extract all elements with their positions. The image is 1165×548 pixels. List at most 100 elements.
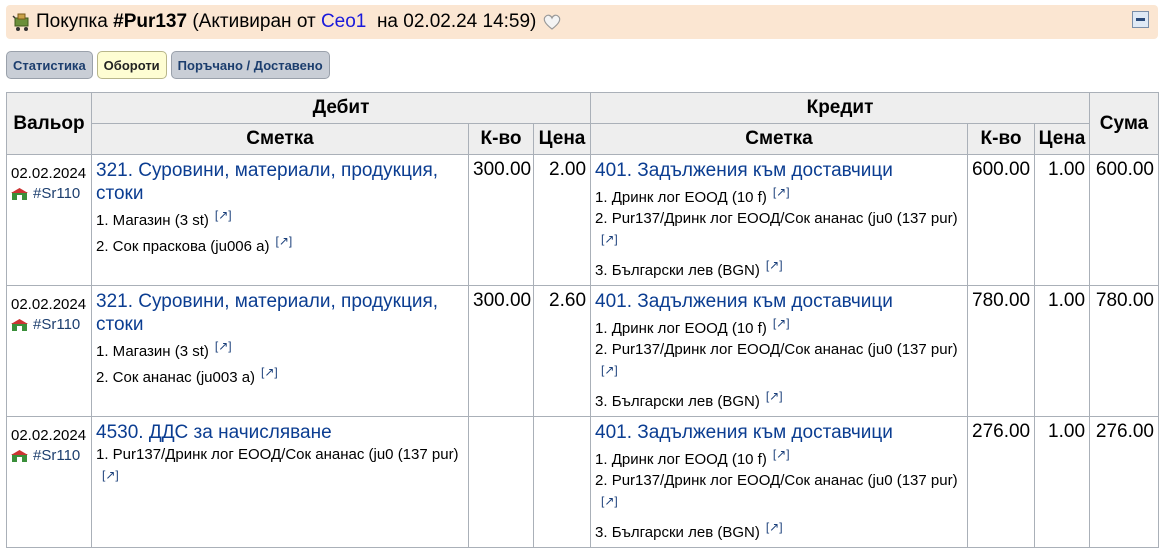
store-ref: #Sr110 xyxy=(11,185,87,202)
credit-item-text: 1. Дринк лог ЕООД (10 f) xyxy=(595,451,767,468)
credit-account-cell: 401. Задължения към доставчици 1. Дринк л… xyxy=(590,154,969,286)
list-item: 3. Български лев (BGN) [↗] xyxy=(595,386,963,412)
list-item: 1. Магазин (3 st) [↗] xyxy=(96,205,464,231)
external-link-icon[interactable]: [↗] xyxy=(601,494,618,508)
debit-item-text: 1. Pur137/Дринк лог ЕООД/Сок ананас (ju0… xyxy=(96,446,459,463)
header-credit-qty: К-во xyxy=(967,123,1036,155)
external-link-icon[interactable]: [↗] xyxy=(766,520,783,534)
store-receipt-icon xyxy=(11,449,28,463)
debit-qty: 300.00 xyxy=(468,285,534,417)
header-debit-account: Сметка xyxy=(91,123,469,155)
store-ref: #Sr110 xyxy=(11,316,87,333)
valor-cell: 02.02.2024 #Sr110 xyxy=(6,416,92,548)
store-ref: #Sr110 xyxy=(11,447,87,464)
valor-cell: 02.02.2024 #Sr110 xyxy=(6,154,92,286)
debit-qty xyxy=(468,416,534,548)
favorite-heart-icon[interactable] xyxy=(542,13,562,31)
external-link-icon[interactable]: [↗] xyxy=(102,468,119,482)
external-link-icon[interactable]: [↗] xyxy=(766,258,783,272)
external-link-icon[interactable]: [↗] xyxy=(275,234,292,248)
credit-qty: 276.00 xyxy=(967,416,1036,548)
debit-price: 2.00 xyxy=(532,154,592,286)
debit-item-text: 2. Сок праскова (ju006 a) xyxy=(96,238,270,255)
list-item: 2. Сок ананас (ju003 a) [↗] xyxy=(96,362,464,388)
list-item: 2. Pur137/Дринк лог ЕООД/Сок ананас (ju0… xyxy=(595,470,963,517)
external-link-icon[interactable]: [↗] xyxy=(215,339,232,353)
collapse-button[interactable] xyxy=(1132,11,1149,28)
tab-ordered-delivered[interactable]: Поръчано / Доставено xyxy=(170,51,330,79)
header-credit: Кредит xyxy=(590,92,1091,124)
tab-turnover[interactable]: Обороти xyxy=(96,51,167,79)
valor-cell: 02.02.2024 #Sr110 xyxy=(6,285,92,417)
list-item: 1. Pur137/Дринк лог ЕООД/Сок ананас (ju0… xyxy=(96,444,464,491)
row-sum: 780.00 xyxy=(1089,285,1160,417)
list-item: 1. Магазин (3 st) [↗] xyxy=(96,336,464,362)
tab-statistics[interactable]: Статистика xyxy=(6,51,93,79)
debit-account-cell: 4530. ДДС за начисляване 1. Pur137/Дринк … xyxy=(91,416,469,548)
external-link-icon[interactable]: [↗] xyxy=(261,365,278,379)
store-receipt-link[interactable]: #Sr110 xyxy=(33,185,80,202)
credit-item-text: 3. Български лев (BGN) xyxy=(595,393,760,410)
credit-account-link[interactable]: 401. Задължения към доставчици xyxy=(595,421,963,444)
list-item: 2. Сок праскова (ju006 a) [↗] xyxy=(96,231,464,257)
row-sum: 600.00 xyxy=(1089,154,1160,286)
valor-date: 02.02.2024 xyxy=(11,165,87,182)
store-receipt-link[interactable]: #Sr110 xyxy=(33,447,80,464)
external-link-icon[interactable]: [↗] xyxy=(215,208,232,222)
credit-item-text: 2. Pur137/Дринк лог ЕООД/Сок ананас (ju0… xyxy=(595,341,958,358)
debit-item-text: 2. Сок ананас (ju003 a) xyxy=(96,369,256,386)
doc-type-label: Покупка xyxy=(36,11,108,32)
credit-item-text: 2. Pur137/Дринк лог ЕООД/Сок ананас (ju0… xyxy=(595,472,958,489)
credit-item-text: 3. Български лев (BGN) xyxy=(595,262,760,279)
tab-bar: Статистика Обороти Поръчано / Доставено xyxy=(6,51,330,79)
credit-item-text: 3. Български лев (BGN) xyxy=(595,524,760,541)
store-receipt-icon xyxy=(11,187,28,201)
doc-id: #Pur137 xyxy=(113,11,188,32)
document-title-bar: Покупка #Pur137 (Активиран от Ceo1 на 02… xyxy=(6,5,1158,39)
shopping-cart-icon xyxy=(12,13,29,31)
debit-account-link[interactable]: 321. Суровини, материали, продукция, сто… xyxy=(96,159,464,205)
debit-price xyxy=(532,416,592,548)
debit-account-cell: 321. Суровини, материали, продукция, сто… xyxy=(91,285,469,417)
credit-price: 1.00 xyxy=(1034,154,1091,286)
table-row: 02.02.2024 #Sr110 4530. ДДС за начисляване… xyxy=(6,416,1160,548)
table-row: 02.02.2024 #Sr110 321. Суровини, материали… xyxy=(6,154,1160,286)
valor-date: 02.02.2024 xyxy=(11,427,87,444)
debit-account-cell: 321. Суровини, материали, продукция, сто… xyxy=(91,154,469,286)
external-link-icon[interactable]: [↗] xyxy=(766,389,783,403)
store-receipt-link[interactable]: #Sr110 xyxy=(33,316,80,333)
list-item: 2. Pur137/Дринк лог ЕООД/Сок ананас (ju0… xyxy=(595,339,963,386)
external-link-icon[interactable]: [↗] xyxy=(773,316,790,330)
user-link[interactable]: Ceo1 xyxy=(321,11,366,33)
list-item: 1. Дринк лог ЕООД (10 f) [↗] xyxy=(595,182,963,208)
credit-price: 1.00 xyxy=(1034,285,1091,417)
header-debit-price: Цена xyxy=(532,123,592,155)
debit-account-link[interactable]: 321. Суровини, материали, продукция, сто… xyxy=(96,290,464,336)
external-link-icon[interactable]: [↗] xyxy=(601,363,618,377)
credit-qty: 600.00 xyxy=(967,154,1036,286)
list-item: 2. Pur137/Дринк лог ЕООД/Сок ананас (ju0… xyxy=(595,208,963,255)
debit-item-text: 1. Магазин (3 st) xyxy=(96,212,209,229)
header-sum: Сума xyxy=(1089,92,1160,155)
valor-date: 02.02.2024 xyxy=(11,296,87,313)
external-link-icon[interactable]: [↗] xyxy=(773,185,790,199)
external-link-icon[interactable]: [↗] xyxy=(773,447,790,461)
turnover-table: Вальор Дебит Кредит Сума Сметка К-во Цен… xyxy=(6,92,1160,548)
header-debit: Дебит xyxy=(90,92,592,124)
table-row: 02.02.2024 #Sr110 321. Суровини, материали… xyxy=(6,285,1160,417)
credit-account-link[interactable]: 401. Задължения към доставчици xyxy=(595,290,963,313)
activated-label: (Активиран от xyxy=(192,11,316,32)
list-item: 1. Дринк лог ЕООД (10 f) [↗] xyxy=(595,313,963,339)
credit-item-text: 1. Дринк лог ЕООД (10 f) xyxy=(595,320,767,337)
store-receipt-icon xyxy=(11,318,28,332)
debit-account-link[interactable]: 4530. ДДС за начисляване xyxy=(96,421,464,444)
credit-account-cell: 401. Задължения към доставчици 1. Дринк л… xyxy=(590,285,969,417)
debit-item-text: 1. Магазин (3 st) xyxy=(96,343,209,360)
credit-account-link[interactable]: 401. Задължения към доставчици xyxy=(595,159,963,182)
header-credit-account: Сметка xyxy=(590,123,969,155)
external-link-icon[interactable]: [↗] xyxy=(601,232,618,246)
list-item: 1. Дринк лог ЕООД (10 f) [↗] xyxy=(595,444,963,470)
row-sum: 276.00 xyxy=(1089,416,1160,548)
credit-qty: 780.00 xyxy=(967,285,1036,417)
header-valor: Вальор xyxy=(6,92,92,155)
